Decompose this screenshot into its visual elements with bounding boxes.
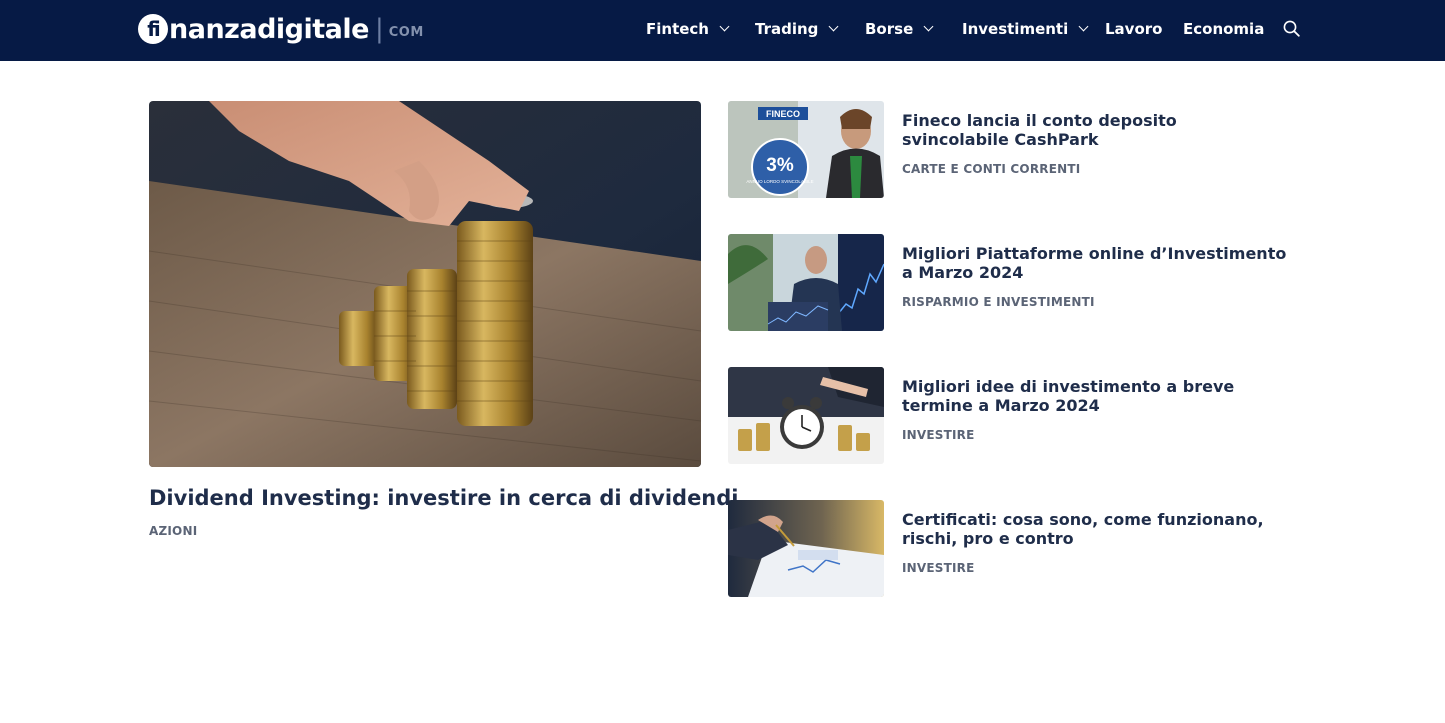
list-item: Certificati: cosa sono, come funzionano,… (728, 500, 1288, 597)
chevron-down-icon (1078, 21, 1089, 32)
nav-item-label: Trading (755, 19, 819, 38)
fineco-caption: ANNUO LORDO SVINCOLABILE (746, 179, 813, 184)
nav-item-investimenti[interactable]: Investimenti (962, 0, 1089, 57)
fineco-rate: 3% (766, 155, 794, 176)
list-item: FINECO 3% ANNUO LORDO SVINCOLABILE Finec… (728, 101, 1288, 198)
trader-with-charts-image (728, 234, 884, 331)
logo-badge: fi (138, 14, 168, 44)
featured-category[interactable]: AZIONI (149, 524, 197, 538)
article-thumbnail[interactable]: FINECO 3% ANNUO LORDO SVINCOLABILE (728, 101, 884, 198)
article-thumbnail[interactable] (728, 367, 884, 464)
site-logo[interactable]: fi nanzadigitale | COM (138, 11, 424, 47)
nav-item-borse[interactable]: Borse (865, 0, 934, 57)
signing-documents-image (728, 500, 884, 597)
article-title[interactable]: Certificati: cosa sono, come funzionano,… (902, 510, 1288, 548)
list-item: Migliori idee di investimento a breve te… (728, 367, 1288, 464)
nav-item-label: Investimenti (962, 19, 1069, 38)
article-title[interactable]: Migliori Piattaforme online d’Investimen… (902, 244, 1288, 282)
article-category[interactable]: RISPARMIO E INVESTIMENTI (902, 295, 1095, 309)
alarm-clock-coins-image (728, 367, 884, 464)
nav-item-label: Fintech (646, 19, 709, 38)
chevron-down-icon (719, 21, 730, 32)
nav-item-trading[interactable]: Trading (755, 0, 839, 57)
nav-item-economia[interactable]: Economia (1183, 0, 1264, 57)
coin-stacks-image (149, 101, 701, 467)
article-thumbnail[interactable] (728, 234, 884, 331)
article-category[interactable]: CARTE E CONTI CORRENTI (902, 162, 1080, 176)
featured-image[interactable] (149, 101, 701, 467)
nav-item-label: Borse (865, 19, 914, 38)
site-header: fi nanzadigitale | COM Fintech Trading B… (0, 0, 1445, 61)
article-category[interactable]: INVESTIRE (902, 561, 975, 575)
nav-item-lavoro[interactable]: Lavoro (1105, 0, 1162, 57)
featured-title[interactable]: Dividend Investing: investire in cerca d… (149, 486, 739, 510)
article-title[interactable]: Fineco lancia il conto deposito svincola… (902, 111, 1288, 149)
article-category[interactable]: INVESTIRE (902, 428, 975, 442)
chevron-down-icon (828, 21, 839, 32)
fineco-promo-image: FINECO 3% ANNUO LORDO SVINCOLABILE (728, 101, 884, 198)
article-title[interactable]: Migliori idee di investimento a breve te… (902, 377, 1288, 415)
article-thumbnail[interactable] (728, 500, 884, 597)
search-icon[interactable] (1283, 20, 1300, 37)
chevron-down-icon (923, 21, 934, 32)
logo-separator: | (374, 14, 384, 44)
nav-item-label: Lavoro (1105, 19, 1163, 38)
nav-item-fintech[interactable]: Fintech (646, 0, 730, 57)
fineco-badge: FINECO (766, 109, 800, 119)
logo-name: nanzadigitale (169, 13, 369, 45)
logo-tld: COM (388, 24, 424, 40)
list-item: Migliori Piattaforme online d’Investimen… (728, 234, 1288, 331)
nav-item-label: Economia (1183, 19, 1265, 38)
